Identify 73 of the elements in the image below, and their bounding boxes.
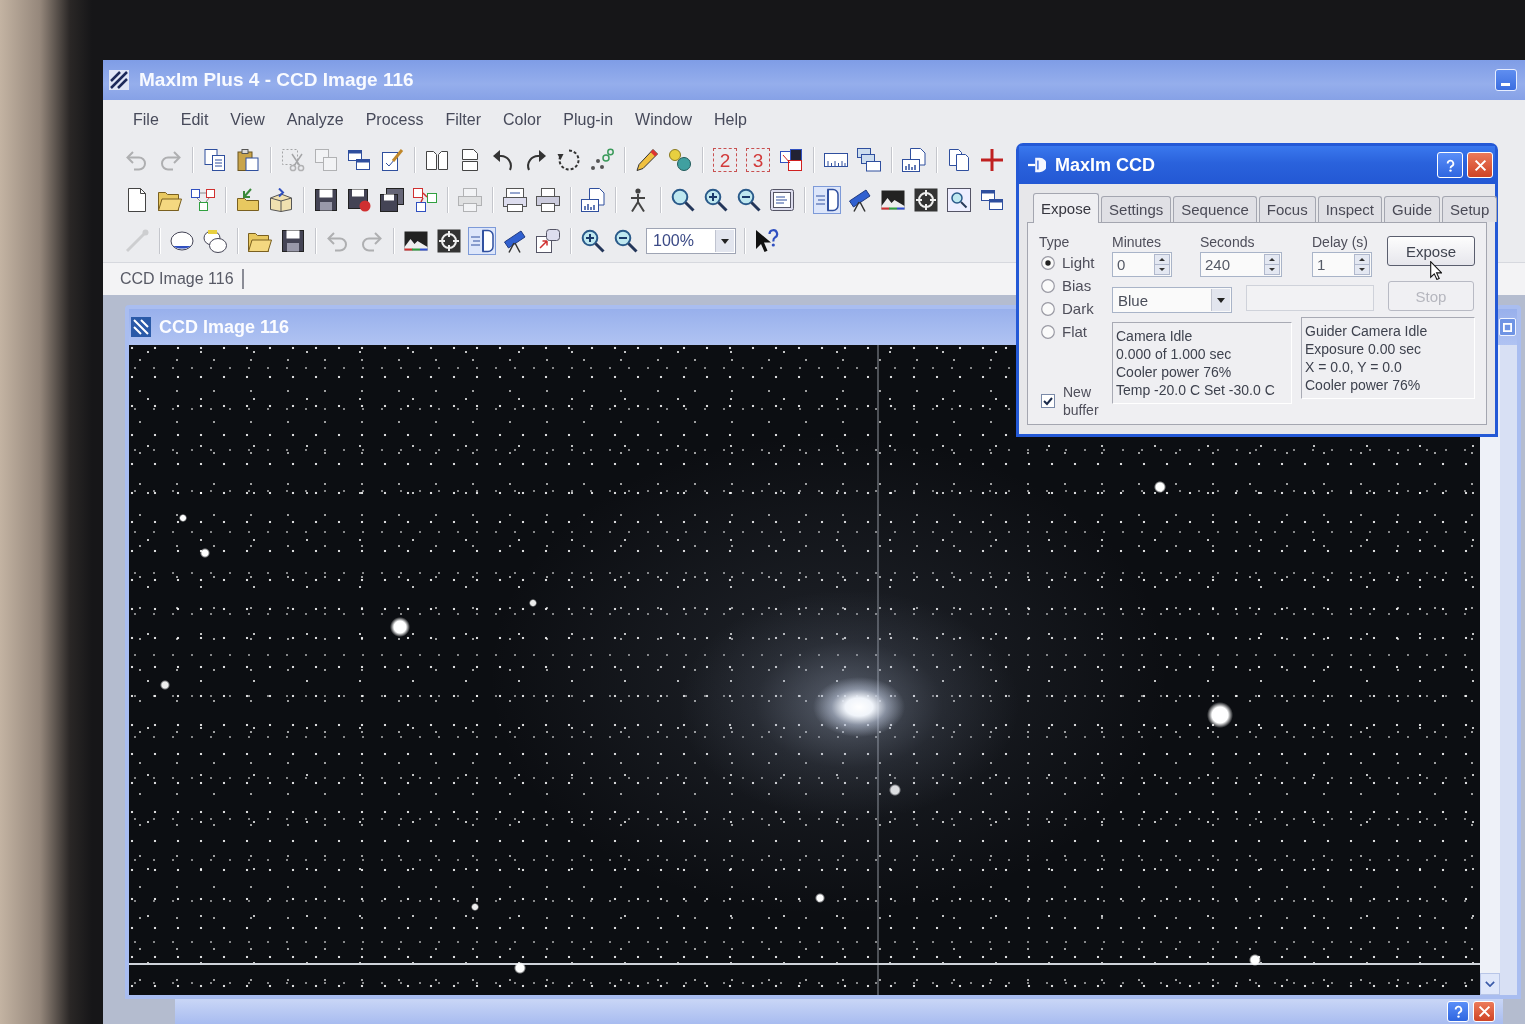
type-label: Type [1039,234,1071,251]
field-label: Delay (s) [1312,234,1369,251]
radio-button[interactable] [1041,301,1055,316]
radio-button[interactable] [1041,324,1055,339]
dialog-tab[interactable]: Inspect [1317,196,1383,222]
help-button[interactable] [1437,152,1463,178]
zoom-dropdown[interactable]: 100% [646,228,736,254]
window-title: MaxIm Plus 4 - CCD Image 116 [139,69,414,91]
spin-arrows-icon[interactable] [1354,254,1370,275]
dialog-tab[interactable]: Focus [1258,196,1316,222]
logo-icon [131,317,151,337]
toolbar-button[interactable]: 3 [746,148,770,172]
status-text: Temp -20.0 C Set -30.0 C [1116,381,1276,399]
status-text: Guider Camera Idle [1305,322,1429,340]
menu-item[interactable]: Filter [434,109,493,131]
menu-item[interactable]: Window [624,109,703,131]
radio-label: Light [1062,254,1095,271]
spin-field[interactable]: 0 [1112,252,1172,277]
dialog-button[interactable]: Expose [1387,236,1475,266]
caret-icon [721,238,729,244]
menu-item[interactable]: Plug-in [552,109,625,131]
close-button[interactable] [1473,1001,1495,1022]
minimize-button[interactable] [1495,69,1517,91]
radio-label: Bias [1062,277,1092,294]
spin-arrows-icon[interactable] [1264,254,1280,275]
chevron-down-icon [1485,981,1495,987]
status-text: Exposure 0.00 sec [1305,340,1422,358]
document-tab[interactable]: CCD Image 116 [115,269,244,289]
radio-button[interactable] [1041,255,1055,270]
bracket-icon [1028,156,1046,174]
checkbox[interactable] [1041,394,1055,408]
dialog-title: MaxIm CCD [1055,154,1156,176]
dialog-tab[interactable]: Setup [1442,196,1498,222]
close-button[interactable] [1467,152,1493,178]
mouse-pointer-icon [1430,261,1442,280]
spin-field[interactable]: 240 [1200,252,1282,277]
status-text: 0.000 of 1.000 sec [1116,345,1233,363]
dialog-tab[interactable]: Guide [1384,196,1441,222]
text-field[interactable] [1246,285,1374,311]
menu-item[interactable]: Analyze [275,109,355,131]
radio-label: Flat [1062,323,1087,340]
window-title: CCD Image 116 [159,316,290,338]
toolbar-button[interactable]: 2 [713,148,737,172]
dialog-tab[interactable]: Sequence [1173,196,1257,222]
close-icon [1473,158,1487,172]
dialog-tab[interactable]: Expose [1033,193,1100,223]
menu-item[interactable]: Color [492,109,553,131]
field-label: Minutes [1112,234,1163,251]
menu-item[interactable]: File [122,109,170,131]
field-label: Seconds [1200,234,1256,251]
scroll-down-button[interactable] [1480,973,1500,995]
menu-item[interactable]: Help [703,109,758,131]
menu-item[interactable]: Edit [169,109,220,131]
logo-icon [109,70,129,90]
menu-item[interactable]: Process [354,109,435,131]
spin-field[interactable]: 1 [1312,252,1372,277]
radio-label: Dark [1062,300,1094,317]
dialog-tab[interactable]: Settings [1101,196,1172,222]
menu-item[interactable]: View [219,109,276,131]
caret-icon [1217,297,1225,303]
radio-button[interactable] [1041,278,1055,293]
status-text: Camera Idle [1116,327,1194,345]
help-button[interactable] [1447,1001,1469,1022]
maximize-icon [1503,322,1512,332]
filter-dropdown[interactable]: Blue [1112,287,1232,313]
status-text: X = 0.0, Y = 0.0 [1305,358,1403,376]
status-text: Cooler power 76% [1116,363,1233,381]
checkbox-label: New buffer [1063,383,1100,419]
status-text: Cooler power 76% [1305,376,1422,394]
spin-arrows-icon[interactable] [1154,254,1170,275]
maximize-button[interactable] [1499,318,1516,336]
minimize-icon [1501,83,1510,86]
close-icon [1477,1005,1491,1018]
